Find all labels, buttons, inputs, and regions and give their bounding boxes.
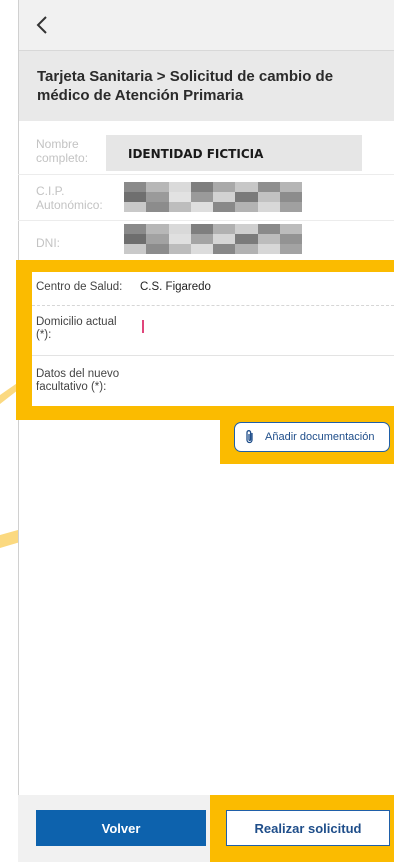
- add-documentation-button[interactable]: Añadir documentación: [234, 422, 390, 452]
- name-value: IDENTIDAD FICTICIA: [128, 147, 264, 161]
- centro-label: Centro de Salud:: [36, 281, 123, 293]
- top-bar: [19, 0, 394, 51]
- name-field: IDENTIDAD FICTICIA: [106, 135, 362, 171]
- domicilio-label: Domicilio actual (*):: [36, 316, 117, 341]
- centro-value: C.S. Figaredo: [140, 281, 211, 293]
- divider: [18, 174, 394, 175]
- divider: [32, 305, 394, 306]
- page-title-bar: Tarjeta Sanitaria > Solicitud de cambio …: [19, 51, 394, 121]
- cip-label: C.I.P. Autonómico:: [36, 184, 103, 212]
- domicilio-input[interactable]: [142, 320, 144, 333]
- chevron-left-icon: [36, 16, 47, 34]
- dni-redacted-value: [124, 224, 302, 254]
- add-documentation-label: Añadir documentación: [265, 431, 375, 443]
- back-button[interactable]: [29, 12, 55, 38]
- cip-redacted-value: [124, 182, 302, 212]
- name-label: Nombre completo:: [36, 137, 89, 165]
- facultativo-label: Datos del nuevo facultativo (*):: [36, 368, 120, 393]
- paperclip-icon: [246, 430, 253, 444]
- dni-label: DNI:: [36, 236, 60, 250]
- submit-request-button[interactable]: Realizar solicitud: [226, 810, 390, 846]
- back-footer-button[interactable]: Volver: [36, 810, 206, 846]
- divider: [18, 220, 394, 221]
- divider: [32, 355, 394, 356]
- page-title: Tarjeta Sanitaria > Solicitud de cambio …: [37, 68, 334, 104]
